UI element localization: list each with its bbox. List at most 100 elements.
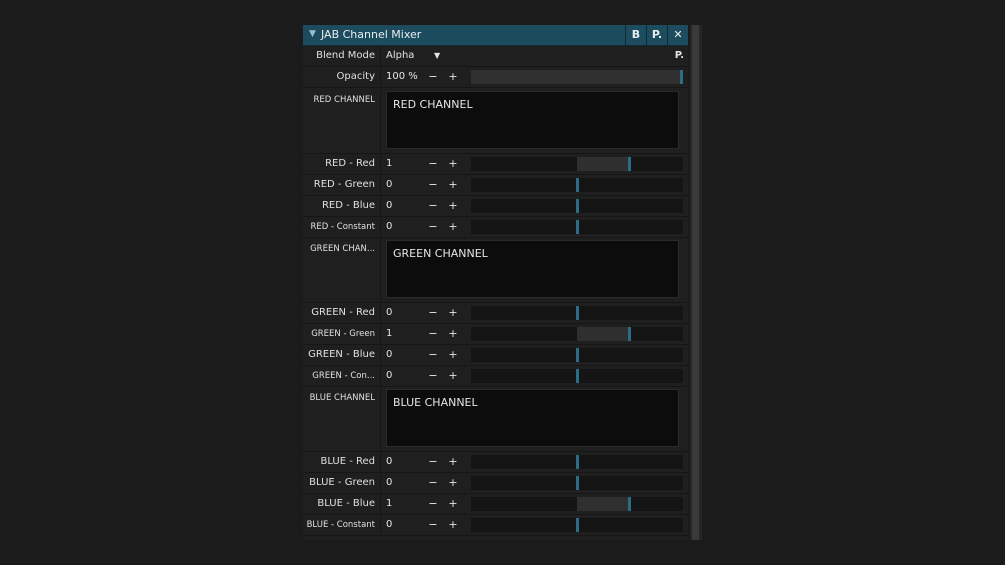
- value-slider[interactable]: [471, 476, 683, 490]
- slider-handle[interactable]: [576, 455, 579, 469]
- value-slider[interactable]: [471, 178, 683, 192]
- slider-value[interactable]: 1: [386, 154, 392, 174]
- value-slider[interactable]: [471, 199, 683, 213]
- increment-button[interactable]: +: [447, 494, 459, 514]
- panel-title-bar[interactable]: ▼ JAB Channel Mixer B P. ✕: [303, 25, 688, 46]
- decrement-button[interactable]: −: [427, 366, 439, 386]
- slider-value[interactable]: 0: [386, 217, 392, 237]
- increment-button[interactable]: +: [447, 324, 459, 344]
- slider-value[interactable]: 0: [386, 473, 392, 493]
- chevron-down-icon[interactable]: ▼: [434, 46, 440, 66]
- slider-label: BLUE - Constant: [306, 520, 375, 530]
- slider-handle[interactable]: [576, 199, 579, 213]
- increment-button[interactable]: +: [447, 175, 459, 195]
- value-slider[interactable]: [471, 306, 683, 320]
- scrollbar[interactable]: [690, 25, 702, 540]
- slider-row: RED - Green 0 − +: [303, 175, 688, 196]
- opacity-slider-handle[interactable]: [680, 70, 683, 84]
- decrement-button[interactable]: −: [427, 175, 439, 195]
- slider-value[interactable]: 0: [386, 303, 392, 323]
- value-slider[interactable]: [471, 157, 683, 171]
- slider-value[interactable]: 0: [386, 345, 392, 365]
- value-slider[interactable]: [471, 497, 683, 511]
- value-slider[interactable]: [471, 455, 683, 469]
- section-text-area[interactable]: RED CHANNEL: [386, 91, 679, 149]
- slider-row: BLUE - Red 0 − +: [303, 452, 688, 473]
- blend-mode-row: Blend Mode Alpha ▼ P.: [303, 46, 688, 67]
- slider-handle[interactable]: [576, 178, 579, 192]
- value-slider[interactable]: [471, 220, 683, 234]
- channel-section-2: BLUE CHANNEL BLUE CHANNEL: [303, 387, 688, 452]
- slider-label: GREEN - Red: [311, 307, 375, 318]
- slider-handle[interactable]: [628, 157, 631, 171]
- slider-row: RED - Blue 0 − +: [303, 196, 688, 217]
- decrement-button[interactable]: −: [427, 154, 439, 174]
- slider-value[interactable]: 0: [386, 515, 392, 535]
- slider-row: GREEN - Blue 0 − +: [303, 345, 688, 366]
- section-text-area[interactable]: GREEN CHANNEL: [386, 240, 679, 298]
- increment-button[interactable]: +: [447, 345, 459, 365]
- increment-button[interactable]: +: [447, 473, 459, 493]
- increment-button[interactable]: +: [447, 366, 459, 386]
- slider-handle[interactable]: [628, 497, 631, 511]
- slider-label: GREEN - Blue: [308, 349, 375, 360]
- decrement-button[interactable]: −: [427, 345, 439, 365]
- blend-mode-select[interactable]: Alpha: [386, 46, 414, 66]
- slider-label: GREEN - Green: [311, 329, 375, 339]
- increment-button[interactable]: +: [447, 154, 459, 174]
- preset-button[interactable]: P.: [646, 25, 667, 45]
- decrement-button[interactable]: −: [427, 324, 439, 344]
- slider-value[interactable]: 1: [386, 324, 392, 344]
- decrement-button[interactable]: −: [427, 452, 439, 472]
- slider-label: RED - Red: [325, 158, 375, 169]
- value-slider[interactable]: [471, 369, 683, 383]
- slider-label: RED - Constant: [310, 222, 375, 232]
- opacity-increment-button[interactable]: +: [447, 67, 459, 87]
- decrement-button[interactable]: −: [427, 217, 439, 237]
- value-slider[interactable]: [471, 518, 683, 532]
- slider-value[interactable]: 1: [386, 494, 392, 514]
- increment-button[interactable]: +: [447, 303, 459, 323]
- channel-section-0: RED CHANNEL RED CHANNEL: [303, 89, 688, 154]
- section-text-area[interactable]: BLUE CHANNEL: [386, 389, 679, 447]
- slider-value[interactable]: 0: [386, 196, 392, 216]
- slider-row: BLUE - Constant 0 − +: [303, 515, 688, 536]
- increment-button[interactable]: +: [447, 452, 459, 472]
- slider-value[interactable]: 0: [386, 366, 392, 386]
- decrement-button[interactable]: −: [427, 473, 439, 493]
- channel-mixer-panel: ▼ JAB Channel Mixer B P. ✕ Blend Mode Al…: [303, 25, 688, 540]
- slider-row: GREEN - Red 0 − +: [303, 303, 688, 324]
- close-icon[interactable]: ✕: [667, 25, 688, 45]
- section-label: GREEN CHAN...: [310, 244, 375, 254]
- blend-preset-button[interactable]: P.: [675, 46, 684, 66]
- value-slider[interactable]: [471, 348, 683, 362]
- slider-handle[interactable]: [576, 476, 579, 490]
- section-label: RED CHANNEL: [313, 95, 376, 105]
- slider-handle[interactable]: [576, 220, 579, 234]
- bypass-button[interactable]: B: [625, 25, 646, 45]
- decrement-button[interactable]: −: [427, 494, 439, 514]
- slider-handle[interactable]: [628, 327, 631, 341]
- decrement-button[interactable]: −: [427, 196, 439, 216]
- slider-value[interactable]: 0: [386, 452, 392, 472]
- slider-handle[interactable]: [576, 518, 579, 532]
- increment-button[interactable]: +: [447, 515, 459, 535]
- slider-label: RED - Green: [313, 179, 375, 190]
- decrement-button[interactable]: −: [427, 515, 439, 535]
- opacity-row: Opacity 100 % − +: [303, 67, 688, 88]
- slider-value[interactable]: 0: [386, 175, 392, 195]
- collapse-arrow-icon[interactable]: ▼: [309, 29, 316, 39]
- increment-button[interactable]: +: [447, 217, 459, 237]
- increment-button[interactable]: +: [447, 196, 459, 216]
- slider-row: RED - Red 1 − +: [303, 154, 688, 175]
- value-slider[interactable]: [471, 327, 683, 341]
- opacity-decrement-button[interactable]: −: [427, 67, 439, 87]
- slider-row: GREEN - Green 1 − +: [303, 324, 688, 345]
- slider-handle[interactable]: [576, 348, 579, 362]
- decrement-button[interactable]: −: [427, 303, 439, 323]
- opacity-slider[interactable]: [471, 70, 683, 84]
- opacity-value[interactable]: 100 %: [386, 67, 418, 87]
- scrollbar-thumb[interactable]: [692, 25, 699, 540]
- slider-handle[interactable]: [576, 369, 579, 383]
- slider-handle[interactable]: [576, 306, 579, 320]
